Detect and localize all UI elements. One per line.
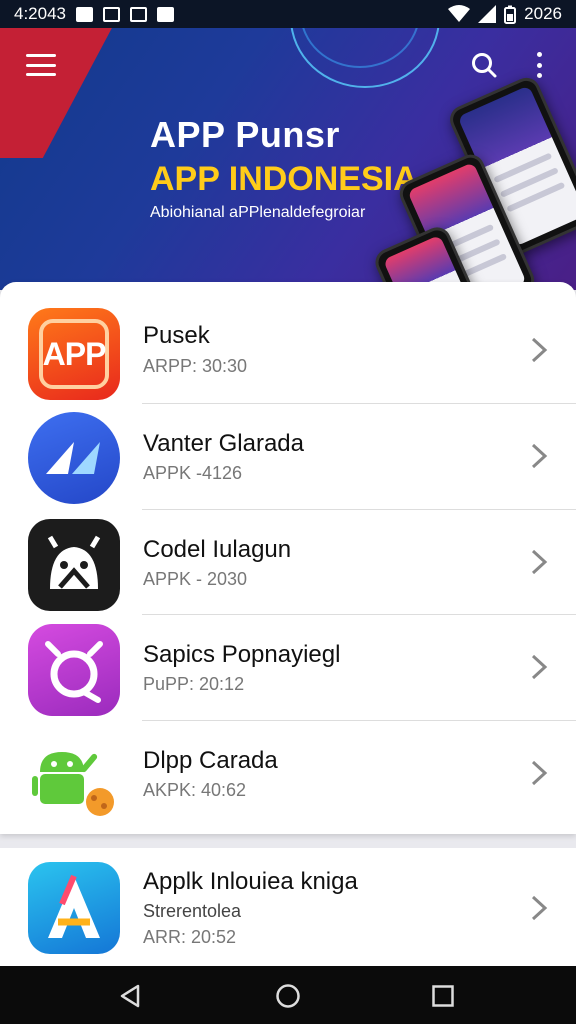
app-subtitle: APPK - 2030 — [143, 569, 248, 589]
app-name: Codel Iulagun — [143, 536, 292, 563]
app-name: Dlpp Carada — [143, 747, 278, 774]
app-subtitle: ARPP: 30:30 — [143, 356, 248, 376]
status-left: 4:2043 — [14, 4, 174, 24]
chevron-right-icon — [531, 337, 548, 363]
notification-s-icon — [103, 6, 120, 22]
search-icon[interactable] — [471, 52, 497, 78]
chevron-right-icon — [531, 443, 548, 469]
app-name: Applk Inlouiea kniga — [143, 868, 358, 895]
android-robot-icon — [28, 732, 120, 824]
app-subtitle: PuPP: 20:12 — [143, 674, 245, 694]
app-subtitle: APPK -4126 — [143, 463, 243, 483]
list-item[interactable]: Vanter Glarada APPK -4126 — [0, 404, 576, 509]
header-title: APP Punsr — [150, 114, 340, 155]
list-item[interactable]: Dlpp Carada AKPK: 40:62 — [0, 721, 576, 826]
app-list-card: APP Pusek ARPP: 30:30 Vanter Glarada APP… — [0, 282, 576, 834]
back-button[interactable] — [118, 983, 144, 1009]
red-accent-shape — [0, 28, 118, 158]
chevron-right-icon — [531, 549, 548, 575]
app-meta: ARR: 20:52 — [143, 927, 237, 947]
list-item[interactable]: Sapics Popnayiegl PuPP: 20:12 — [0, 615, 576, 720]
robot-face-icon — [28, 519, 120, 611]
more-options-icon[interactable] — [532, 52, 546, 78]
header-subtitle: APP INDONESIA — [150, 160, 418, 198]
battery-icon — [504, 5, 517, 24]
app-subtitle: Strerentolea — [143, 901, 242, 921]
notification-box-icon — [130, 6, 147, 22]
featured-app-card[interactable]: Applk Inlouiea kniga Strerentolea ARR: 2… — [0, 848, 576, 966]
app-logo-text: APP — [42, 335, 107, 372]
status-bar: 4:2043 2026 — [0, 0, 576, 28]
app-subtitle: AKPK: 40:62 — [143, 780, 247, 800]
signal-icon — [478, 5, 497, 23]
chevron-right-icon — [531, 654, 548, 680]
app-name: Sapics Popnayiegl — [143, 641, 341, 668]
app-logo-icon: APP — [28, 308, 120, 400]
magenta-creature-icon — [28, 624, 120, 716]
wifi-icon — [448, 5, 471, 22]
header-tagline: Abiohianal aPPlenaldefegroiar — [150, 204, 366, 221]
chevron-right-icon — [531, 895, 548, 921]
list-item[interactable]: APP Pusek ARPP: 30:30 — [0, 282, 576, 400]
notification-a-icon — [76, 6, 93, 22]
app-name: Vanter Glarada — [143, 430, 304, 457]
a-logo-icon — [28, 862, 120, 954]
header-banner: APP Punsr APP INDONESIA Abiohianal aPPle… — [0, 28, 576, 290]
status-time: 4:2043 — [14, 4, 66, 23]
arrow-logo-icon — [28, 412, 120, 504]
list-item[interactable]: Codel Iulagun APPK - 2030 — [0, 510, 576, 615]
app-name: Pusek — [143, 322, 210, 349]
chevron-right-icon — [531, 760, 548, 786]
notification-tv-icon — [157, 6, 174, 22]
battery-text: 2026 — [524, 4, 562, 23]
recents-button[interactable] — [430, 983, 456, 1009]
menu-icon[interactable] — [26, 54, 56, 76]
home-button[interactable] — [275, 983, 301, 1009]
status-right: 2026 — [448, 4, 562, 24]
navigation-bar — [0, 966, 576, 1024]
